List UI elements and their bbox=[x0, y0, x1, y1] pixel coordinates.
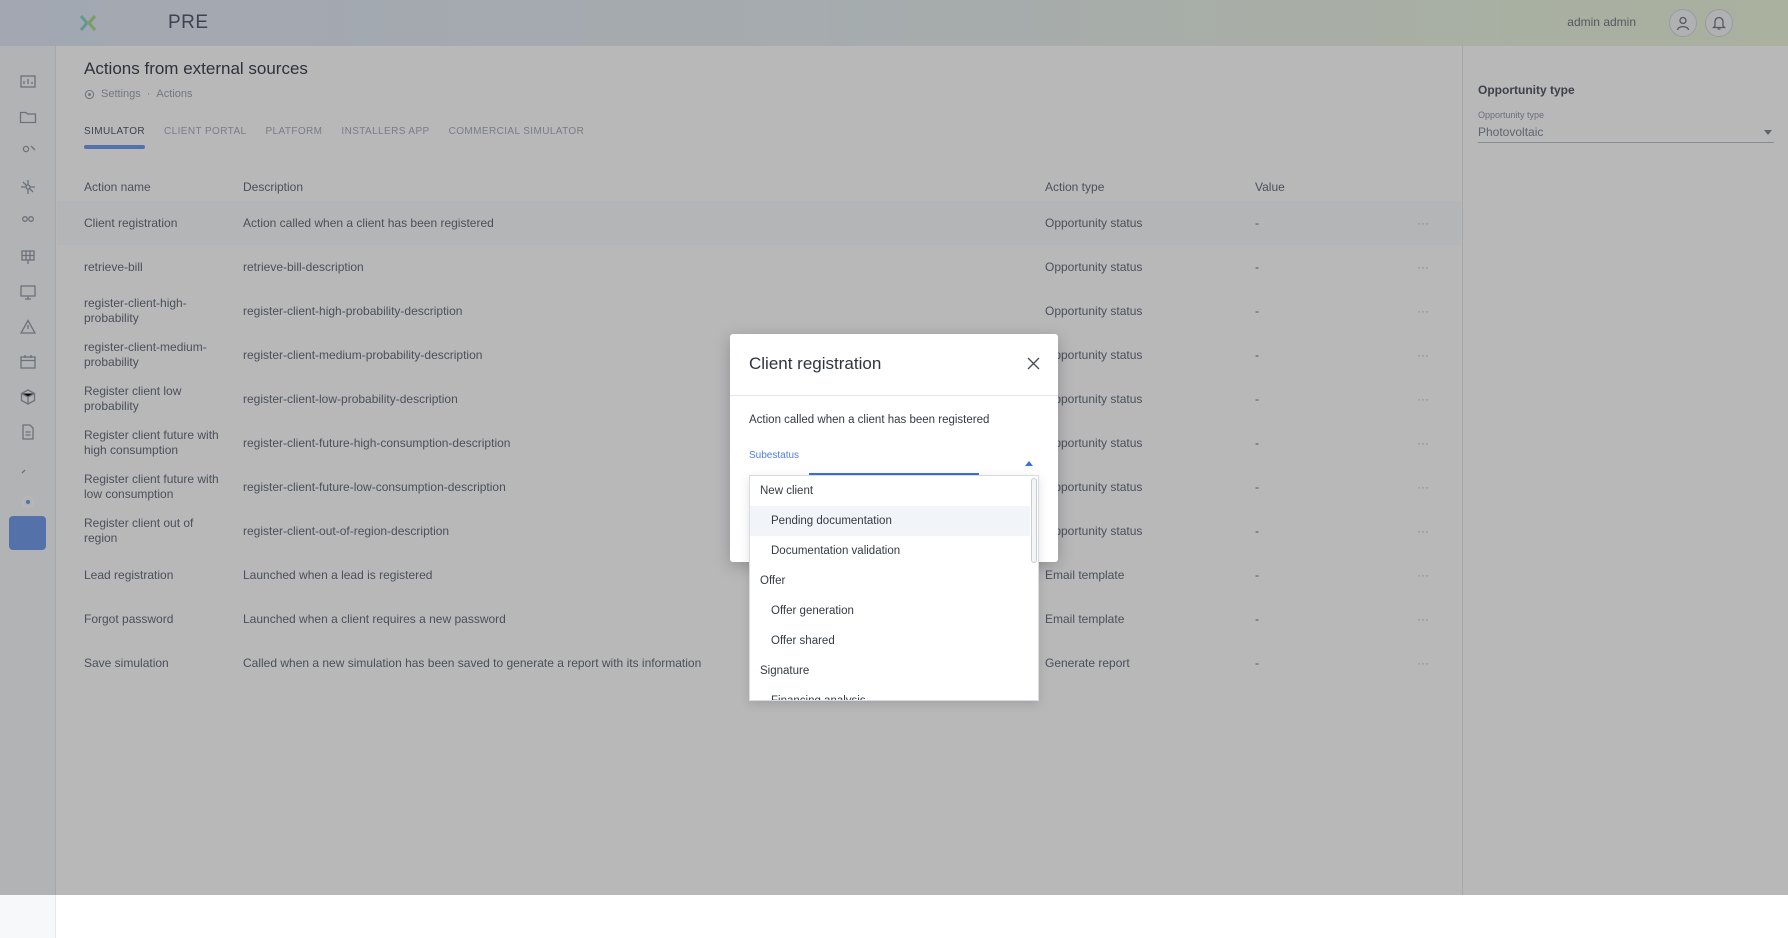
option-group-header: New client bbox=[760, 485, 814, 497]
dropdown-option[interactable]: Offer shared bbox=[750, 626, 1030, 656]
dropdown-scrollbar[interactable] bbox=[1031, 478, 1037, 563]
option-group-header: Offer bbox=[760, 575, 786, 587]
dropdown-option[interactable]: Financing analysis bbox=[750, 686, 1030, 700]
subestatus-options: New client Pending documentation Documenta… bbox=[750, 476, 1030, 700]
dropdown-option[interactable]: Offer generation bbox=[750, 596, 1030, 626]
dialog-divider bbox=[730, 395, 1058, 396]
dropdown-option[interactable]: Documentation validation bbox=[750, 536, 1030, 566]
sidebar-footer bbox=[0, 895, 56, 938]
close-button[interactable] bbox=[1024, 354, 1042, 372]
subestatus-dropdown: New client Pending documentation Documenta… bbox=[749, 475, 1039, 701]
close-icon bbox=[1027, 357, 1039, 369]
caret-up-icon[interactable] bbox=[1025, 461, 1033, 466]
dialog-description: Action called when a client has been reg… bbox=[749, 414, 990, 426]
dropdown-option[interactable]: Pending documentation bbox=[750, 506, 1030, 536]
option-group-header: Signature bbox=[760, 665, 810, 677]
dialog-title: Client registration bbox=[749, 354, 882, 373]
subestatus-label[interactable]: Subestatus bbox=[749, 450, 799, 461]
